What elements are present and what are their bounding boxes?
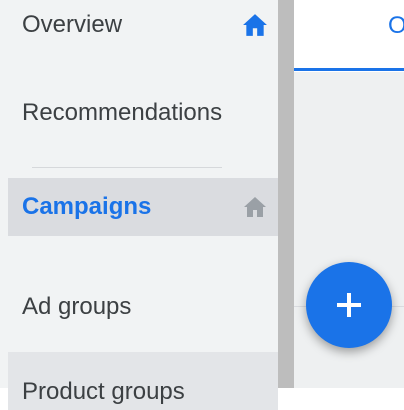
sidebar-divider	[32, 167, 222, 168]
sidebar-scrollbar[interactable]	[278, 0, 294, 388]
sidebar-item-label: Overview	[22, 11, 123, 38]
sidebar-item-overview[interactable]: Overview	[8, 0, 278, 54]
sidebar-item-recommendations[interactable]: Recommendations	[8, 84, 278, 142]
sidebar-item-label: Product groups	[22, 378, 185, 405]
sidebar-item-label: Campaigns	[22, 193, 152, 220]
add-button[interactable]	[306, 262, 392, 348]
active-tab-underline	[294, 68, 404, 71]
plus-icon	[337, 293, 361, 317]
sidebar-item-product-groups[interactable]: Product groups	[8, 352, 278, 410]
tab-label-partial[interactable]: O	[388, 12, 404, 40]
home-icon	[242, 194, 268, 220]
sidebar-item-label: Recommendations	[22, 99, 223, 126]
home-icon	[242, 12, 268, 38]
tab-bar: O	[294, 0, 404, 72]
sidebar: Overview Recommendations Campaigns Ad gr…	[0, 0, 278, 410]
sidebar-item-campaigns[interactable]: Campaigns	[8, 178, 278, 236]
sidebar-item-label: Ad groups	[22, 293, 132, 320]
sidebar-item-ad-groups[interactable]: Ad groups	[8, 278, 278, 336]
